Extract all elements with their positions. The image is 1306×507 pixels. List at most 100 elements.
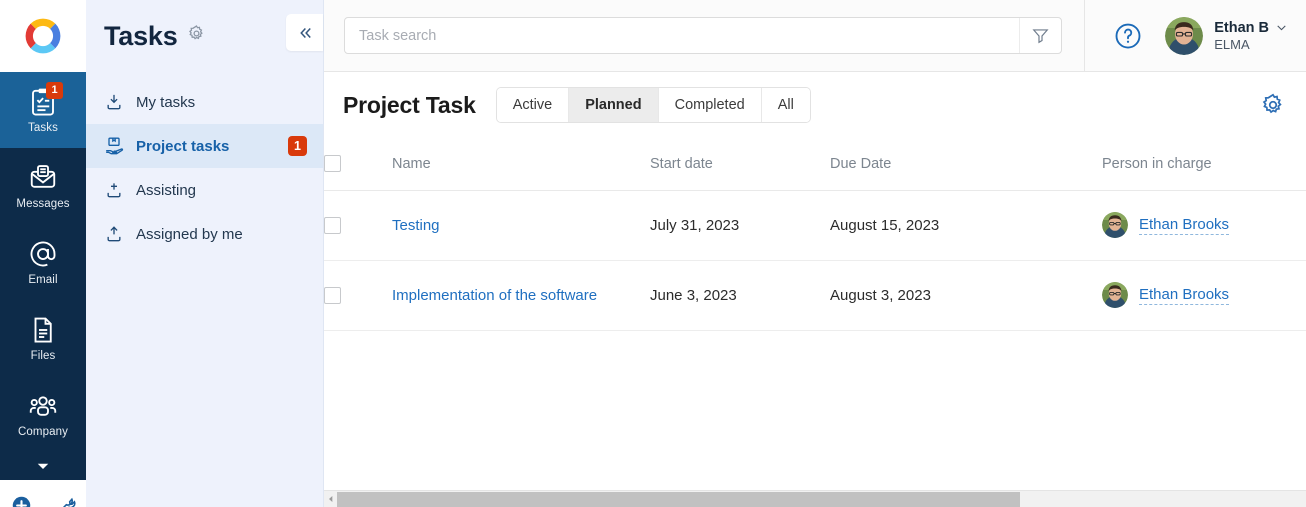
table-row[interactable]: Implementation of the software June 3, 2… <box>324 260 1306 331</box>
user-org: ELMA <box>1214 36 1250 52</box>
sidebar-item-label: Assisting <box>136 181 197 199</box>
sidebar-item-label: Assigned by me <box>136 225 243 243</box>
upload-tray-icon <box>104 224 124 244</box>
app-root: 1 Tasks Messages Email Files Company Tas… <box>0 0 1306 507</box>
scroll-left-button[interactable] <box>324 490 337 507</box>
table-header-row: Name Start date Due Date Person in charg… <box>324 138 1306 191</box>
sidebar-header: Tasks <box>86 0 323 72</box>
cell-start-date: July 31, 2023 <box>650 190 830 261</box>
chevron-down-icon <box>1277 25 1286 31</box>
cell-person-in-charge: Ethan Brooks <box>1102 190 1306 261</box>
rail-item-company[interactable]: Company <box>0 376 86 452</box>
search-container <box>324 17 1084 54</box>
avatar <box>1102 212 1128 238</box>
app-logo[interactable] <box>0 0 86 72</box>
rail-item-tasks[interactable]: 1 Tasks <box>0 72 86 148</box>
sidebar-item-label: My tasks <box>136 93 196 111</box>
download-tray-icon <box>104 92 124 112</box>
rail-item-label: Company <box>18 425 68 438</box>
search-box <box>344 17 1063 54</box>
row-checkbox[interactable] <box>324 286 341 304</box>
cell-person-in-charge: Ethan Brooks <box>1102 260 1306 331</box>
rail-items: 1 Tasks Messages Email Files Company <box>0 72 86 480</box>
filter-button[interactable] <box>1019 18 1061 53</box>
page-header: Project Task Active Planned Completed Al… <box>324 72 1306 138</box>
funnel-filter-icon <box>1032 29 1049 44</box>
tab-planned[interactable]: Planned <box>569 88 659 122</box>
column-header-start-date[interactable]: Start date <box>650 138 830 191</box>
add-plus-icon[interactable] <box>11 495 32 507</box>
sidebar-item-assisting[interactable]: Assisting <box>86 168 323 212</box>
gear-icon <box>1262 93 1282 114</box>
question-circle-icon <box>1115 23 1141 48</box>
scrollbar-track[interactable] <box>337 490 1306 507</box>
table-body: Testing July 31, 2023 August 15, 2023 Et… <box>324 190 1306 331</box>
search-input[interactable] <box>345 18 1020 53</box>
table-head: Name Start date Due Date Person in charg… <box>324 138 1306 191</box>
status-tabs: Active Planned Completed All <box>495 87 811 123</box>
user-name-row: Ethan B <box>1214 20 1288 36</box>
rail-item-label: Email <box>28 273 58 286</box>
rail-item-label: Tasks <box>28 121 58 134</box>
rail-item-messages[interactable]: Messages <box>0 148 86 224</box>
main-content: Ethan B ELMA Project Task Active Planned… <box>324 0 1306 507</box>
rail-item-label: Messages <box>16 197 70 210</box>
cell-name: Testing <box>392 190 650 261</box>
rail-item-files[interactable]: Files <box>0 300 86 376</box>
tab-active[interactable]: Active <box>496 88 570 122</box>
user-name: Ethan B <box>1214 19 1269 36</box>
cell-due-date: August 3, 2023 <box>830 260 1102 331</box>
people-group-icon <box>28 391 58 421</box>
at-sign-icon <box>28 239 58 269</box>
person-chip: Ethan Brooks <box>1102 282 1306 308</box>
sidebar-item-assigned-by-me[interactable]: Assigned by me <box>86 212 323 256</box>
table-row[interactable]: Testing July 31, 2023 August 15, 2023 Et… <box>324 190 1306 261</box>
primary-nav-rail: 1 Tasks Messages Email Files Company <box>0 0 86 507</box>
help-button[interactable] <box>1113 21 1143 51</box>
avatar <box>1165 16 1204 55</box>
rail-more-button[interactable] <box>0 452 86 480</box>
gear-icon[interactable] <box>187 24 206 48</box>
cell-name: Implementation of the software <box>392 260 650 331</box>
document-file-icon <box>28 315 58 345</box>
row-checkbox[interactable] <box>324 216 341 234</box>
page-title: Project Task <box>343 91 476 118</box>
table-settings-button[interactable] <box>1260 92 1286 118</box>
task-name-link[interactable]: Testing <box>392 217 440 234</box>
row-select-cell <box>324 190 392 261</box>
wrench-settings-icon[interactable] <box>54 495 76 507</box>
cell-start-date: June 3, 2023 <box>650 260 830 331</box>
horizontal-scrollbar[interactable] <box>324 490 1306 507</box>
triangle-left-icon <box>328 496 332 502</box>
rail-badge-tasks: 1 <box>46 82 63 99</box>
sidebar-item-my-tasks[interactable]: My tasks <box>86 80 323 124</box>
column-header-person-in-charge[interactable]: Person in charge <box>1102 138 1306 191</box>
person-link[interactable]: Ethan Brooks <box>1139 216 1230 235</box>
user-text: Ethan B ELMA <box>1214 20 1288 52</box>
column-header-due-date[interactable]: Due Date <box>830 138 1102 191</box>
envelope-message-icon <box>28 163 58 193</box>
select-all-cell <box>324 138 392 191</box>
person-link[interactable]: Ethan Brooks <box>1139 286 1230 305</box>
select-all-checkbox[interactable] <box>324 155 341 173</box>
sidebar-badge-project-tasks: 1 <box>288 136 307 156</box>
user-menu[interactable]: Ethan B ELMA <box>1165 16 1288 55</box>
row-select-cell <box>324 260 392 331</box>
rail-item-email[interactable]: Email <box>0 224 86 300</box>
task-table-area: Name Start date Due Date Person in charg… <box>324 138 1306 490</box>
sidebar-collapse-button[interactable] <box>286 14 323 51</box>
scrollbar-thumb[interactable] <box>337 491 1021 507</box>
sidebar-item-project-tasks[interactable]: Project tasks 1 <box>86 124 323 168</box>
sidebar-item-label: Project tasks <box>136 137 230 155</box>
rail-item-label: Files <box>30 349 56 362</box>
tab-all[interactable]: All <box>761 88 810 122</box>
secondary-sidebar: Tasks My tasks Project tasks 1 Assisting… <box>86 0 324 507</box>
person-chip: Ethan Brooks <box>1102 212 1306 238</box>
column-header-name[interactable]: Name <box>392 138 650 191</box>
tray-plus-icon <box>104 180 124 200</box>
task-name-link[interactable]: Implementation of the software <box>392 287 597 304</box>
sidebar-title: Tasks <box>104 20 178 51</box>
task-table: Name Start date Due Date Person in charg… <box>324 138 1306 331</box>
elma-logo-icon <box>25 18 61 54</box>
tab-completed[interactable]: Completed <box>658 88 762 122</box>
